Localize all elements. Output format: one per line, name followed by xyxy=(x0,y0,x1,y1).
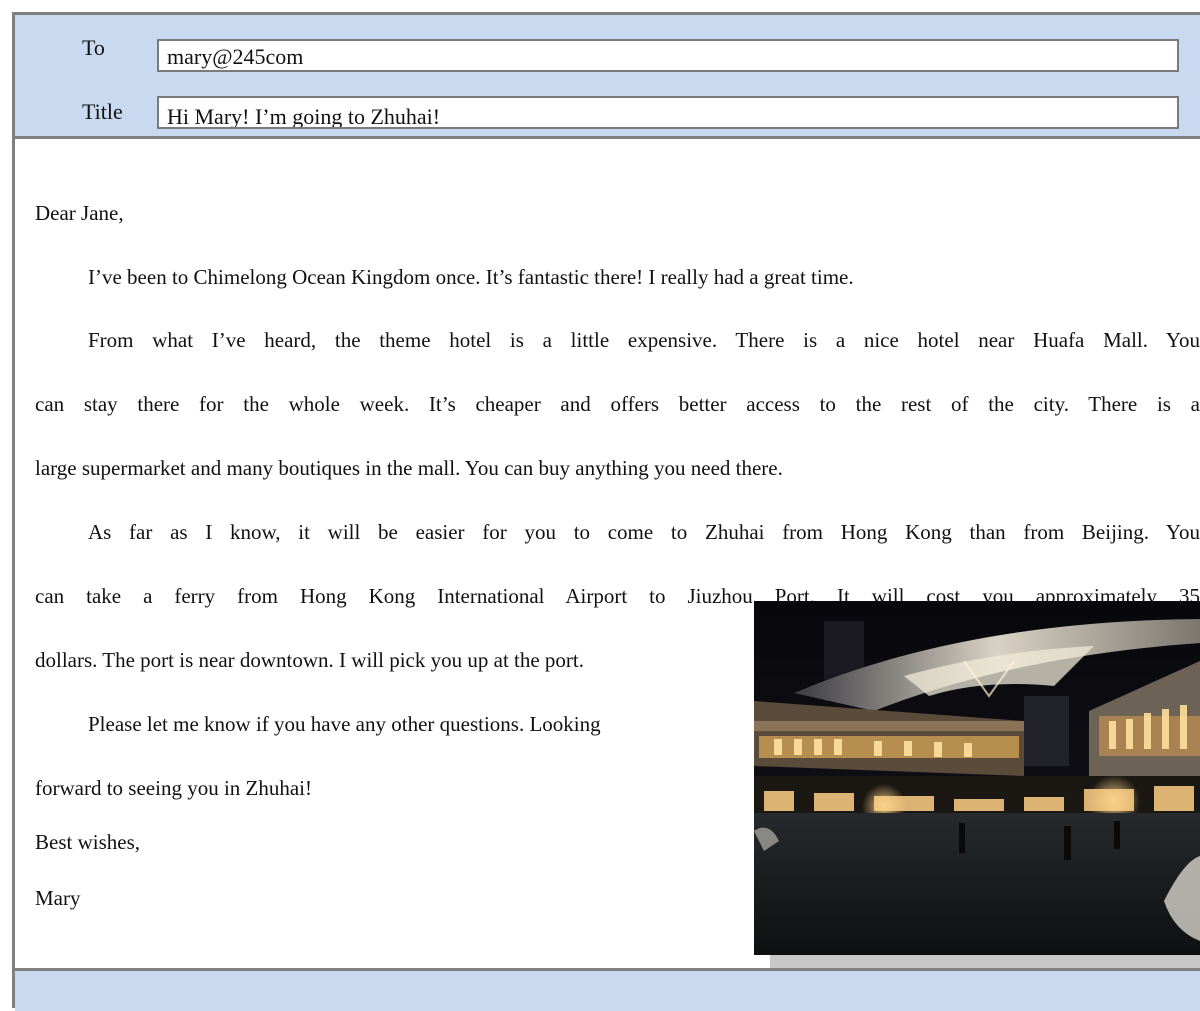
title-label: Title xyxy=(82,99,123,124)
letter-paragraph-4-line-1: Please let me know if you have any other… xyxy=(88,712,601,736)
email-header: To mary@245com Title Hi Mary! I’m going … xyxy=(15,15,1200,139)
to-label: To xyxy=(82,35,105,60)
letter-paragraph-1: I’ve been to Chimelong Ocean Kingdom onc… xyxy=(88,265,854,289)
letter-paragraph-2-line-3: large supermarket and many boutiques in … xyxy=(35,456,783,480)
email-footer-bar xyxy=(15,968,1200,1011)
letter-signature: Mary xyxy=(35,886,81,910)
letter-paragraph-2-line-1: From what I’ve heard, the theme hotel is… xyxy=(88,328,1200,352)
to-field[interactable]: mary@245com xyxy=(157,39,1179,72)
mall-night-photo xyxy=(754,601,1200,955)
letter-closing: Best wishes, xyxy=(35,830,140,854)
letter-greeting: Dear Jane, xyxy=(35,201,124,225)
letter-paragraph-3-line-3: dollars. The port is near downtown. I wi… xyxy=(35,648,585,672)
letter-paragraph-4-line-2: forward to seeing you in Zhuhai! xyxy=(35,776,313,800)
letter-paragraph-2-line-2: can stay there for the whole week. It’s … xyxy=(35,392,1200,416)
email-compose-window: To mary@245com Title Hi Mary! I’m going … xyxy=(12,12,1200,1011)
title-field[interactable]: Hi Mary! I’m going to Zhuhai! xyxy=(157,96,1179,129)
letter-paragraph-3-line-1: As far as I know, it will be easier for … xyxy=(88,520,1200,544)
